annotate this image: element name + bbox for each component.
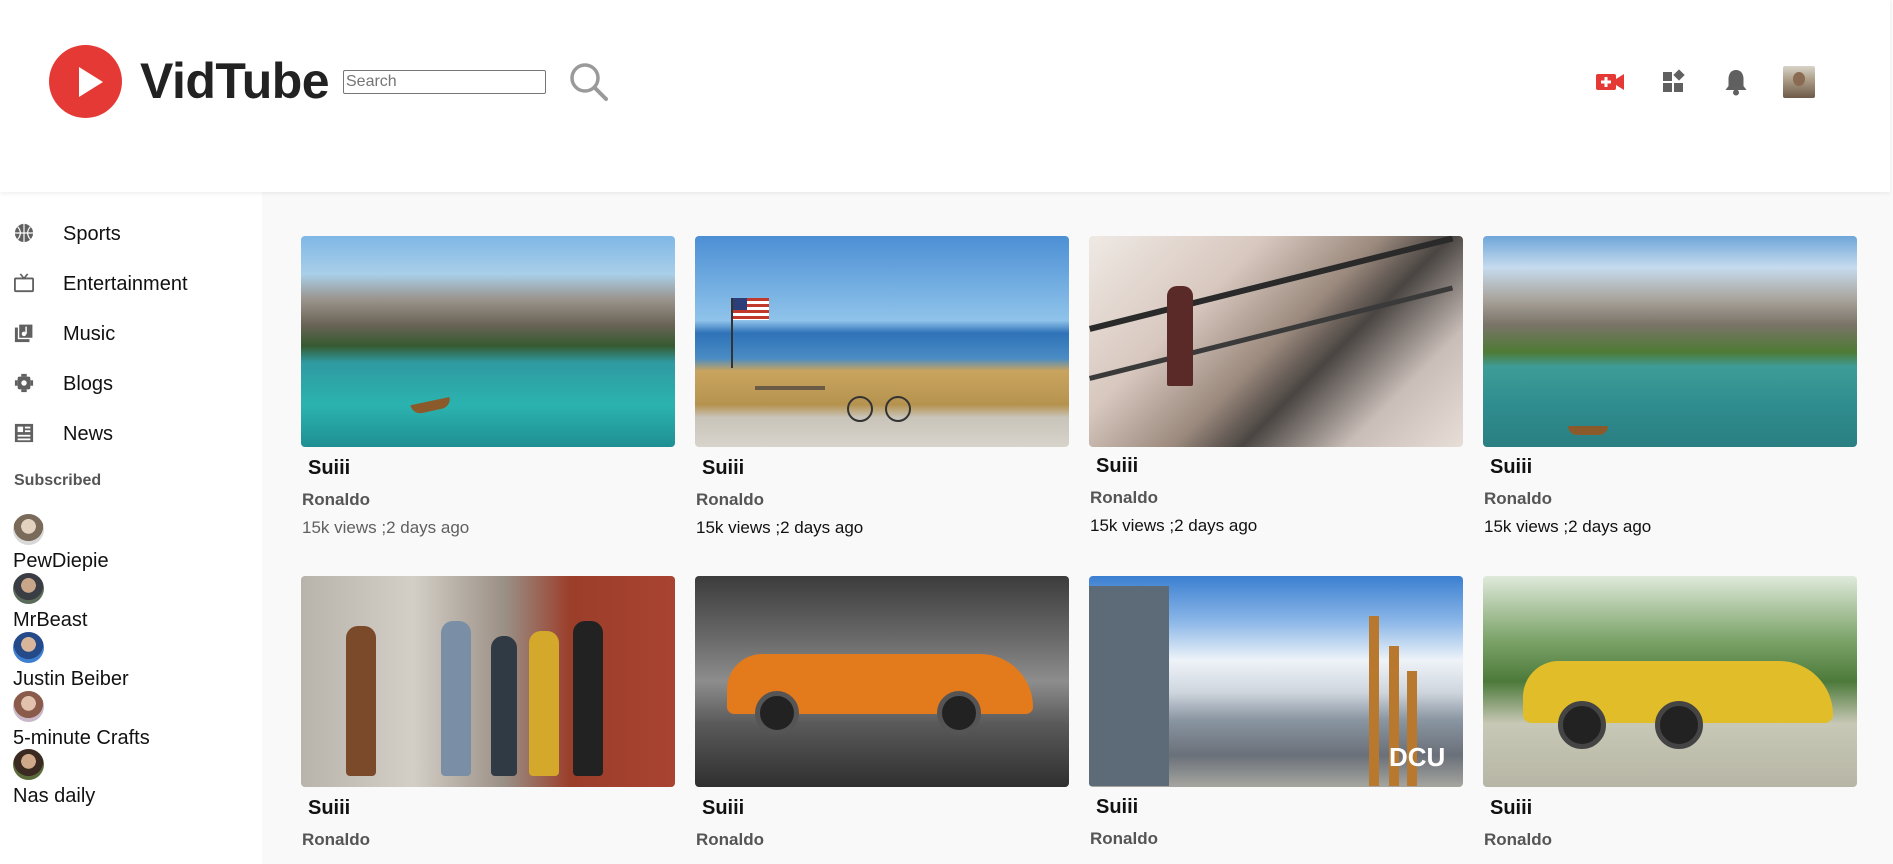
channel-name: PewDiepie: [13, 550, 109, 572]
video-thumbnail[interactable]: [1483, 236, 1857, 447]
top-header: VidTube: [0, 0, 1890, 192]
video-thumbnail[interactable]: [301, 576, 675, 787]
sidebar-item-label: Blogs: [63, 373, 114, 395]
sidebar: Sports Entertainment Music Blogs News Su…: [0, 192, 262, 864]
vidtube-logo[interactable]: VidTube: [49, 45, 330, 118]
video-channel[interactable]: Ronaldo: [1484, 830, 1552, 850]
channel-avatar: [13, 573, 44, 604]
video-meta: 15k views ;2 days ago: [1090, 516, 1258, 535]
sidebar-item-label: Sports: [63, 223, 121, 245]
video-thumbnail[interactable]: [1089, 236, 1463, 447]
video-title[interactable]: Suiii: [1490, 797, 1532, 820]
blog-icon: [14, 373, 34, 393]
campus-sign-text: DCU: [1389, 742, 1446, 772]
video-channel[interactable]: Ronaldo: [696, 830, 764, 850]
video-thumbnail[interactable]: [301, 236, 675, 447]
video-title[interactable]: Suiii: [1096, 455, 1138, 478]
video-card[interactable]: Suiii Ronaldo: [695, 576, 1069, 849]
video-card[interactable]: Suiii Ronaldo 15k views ;2 days ago: [1483, 236, 1857, 536]
search-icon[interactable]: [568, 61, 610, 103]
user-avatar[interactable]: [1783, 66, 1815, 98]
video-channel[interactable]: Ronaldo: [302, 490, 370, 510]
channel-avatar: [13, 691, 44, 722]
channel-name: Justin Beiber: [13, 668, 129, 690]
video-channel[interactable]: Ronaldo: [1090, 488, 1158, 508]
basketball-icon: [14, 223, 34, 243]
channel-name: 5-minute Crafts: [13, 727, 150, 749]
video-title[interactable]: Suiii: [1096, 796, 1138, 819]
upload-video-icon[interactable]: [1594, 66, 1626, 98]
subscribed-heading: Subscribed: [14, 472, 102, 489]
video-thumbnail[interactable]: DCU: [1089, 576, 1463, 787]
channel-avatar: [13, 632, 44, 663]
video-title[interactable]: Suiii: [702, 797, 744, 820]
video-meta: 15k views ;2 days ago: [302, 518, 470, 537]
video-title[interactable]: Suiii: [1490, 456, 1532, 479]
video-thumbnail[interactable]: [695, 236, 1069, 447]
subscription-item[interactable]: 5-minute Crafts: [13, 691, 150, 750]
video-title[interactable]: Suiii: [702, 457, 744, 480]
tv-icon: [14, 273, 34, 293]
bell-icon[interactable]: [1720, 66, 1752, 98]
sidebar-item-label: Entertainment: [63, 273, 188, 295]
video-title[interactable]: Suiii: [308, 457, 350, 480]
logo-text: VidTube: [140, 53, 330, 109]
search-input[interactable]: [343, 70, 546, 94]
video-card[interactable]: DCU Suiii Ronaldo: [1089, 576, 1463, 848]
sidebar-item-entertainment[interactable]: Entertainment: [0, 266, 262, 300]
video-card[interactable]: Suiii Ronaldo 15k views ;2 days ago: [301, 236, 675, 537]
sidebar-item-news[interactable]: News: [0, 416, 262, 450]
sidebar-item-label: News: [63, 423, 114, 445]
video-card[interactable]: Suiii Ronaldo: [1483, 576, 1857, 849]
video-card[interactable]: Suiii Ronaldo 15k views ;2 days ago: [1089, 236, 1463, 535]
video-meta: 15k views ;2 days ago: [696, 518, 864, 537]
subscription-item[interactable]: Justin Beiber: [13, 632, 129, 691]
subscription-item[interactable]: Nas daily: [13, 749, 95, 808]
video-meta: 15k views ;2 days ago: [1484, 517, 1652, 536]
vidtube-page: VidTube Search Sports Entertainment Musi…: [0, 0, 1893, 864]
channel-avatar: [13, 514, 44, 545]
sidebar-item-music[interactable]: Music: [0, 316, 262, 350]
channel-avatar: [13, 749, 44, 780]
video-thumbnail[interactable]: [1483, 576, 1857, 787]
sidebar-item-sports[interactable]: Sports: [0, 216, 262, 250]
video-channel[interactable]: Ronaldo: [1090, 829, 1158, 849]
news-icon: [14, 423, 34, 443]
video-channel[interactable]: Ronaldo: [1484, 489, 1552, 509]
apps-icon[interactable]: [1658, 66, 1690, 98]
sidebar-item-blogs[interactable]: Blogs: [0, 366, 262, 400]
subscription-item[interactable]: PewDiepie: [13, 514, 109, 573]
subscription-item[interactable]: MrBeast: [13, 573, 87, 632]
play-logo-icon: [49, 45, 122, 118]
sidebar-item-label: Music: [63, 323, 116, 345]
video-card[interactable]: Suiii Ronaldo 15k views ;2 days ago: [695, 236, 1069, 537]
channel-name: Nas daily: [13, 785, 96, 807]
music-library-icon: [14, 323, 34, 343]
video-channel[interactable]: Ronaldo: [696, 490, 764, 510]
video-channel[interactable]: Ronaldo: [302, 830, 370, 850]
channel-name: MrBeast: [13, 609, 88, 631]
video-card[interactable]: Suiii Ronaldo: [301, 576, 675, 849]
video-title[interactable]: Suiii: [308, 797, 350, 820]
video-thumbnail[interactable]: [695, 576, 1069, 787]
